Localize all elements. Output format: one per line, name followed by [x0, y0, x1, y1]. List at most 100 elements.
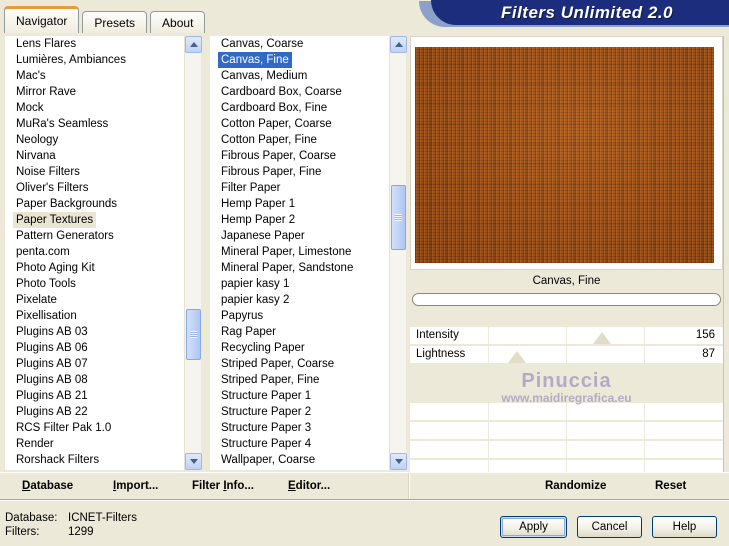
list-item[interactable]: Canvas, Medium — [210, 68, 389, 84]
list-item[interactable]: Mac's — [5, 68, 184, 84]
list-item[interactable]: Hemp Paper 1 — [210, 196, 389, 212]
filter-scrollbar[interactable] — [389, 36, 407, 470]
list-item-label: Cardboard Box, Coarse — [221, 86, 342, 98]
slider-handle-icon[interactable] — [592, 332, 611, 344]
list-item-label: Plugins AB 21 — [16, 390, 88, 402]
menu-import[interactable]: Import... — [113, 473, 158, 499]
tab[interactable]: Presets — [82, 11, 148, 33]
list-item[interactable]: Canvas, Fine — [210, 52, 389, 68]
list-item[interactable]: Neology — [5, 132, 184, 148]
filters-unlimited-dialog: Navigator Presets About Filters Unlimite… — [0, 0, 729, 546]
list-item[interactable]: Mirror Rave — [5, 84, 184, 100]
list-item[interactable]: Nirvana — [5, 148, 184, 164]
list-item[interactable]: Plugins AB 03 — [5, 324, 184, 340]
list-item[interactable]: Japanese Paper — [210, 228, 389, 244]
list-item[interactable]: RCS Filter Pak 1.0 — [5, 420, 184, 436]
list-item[interactable]: Cardboard Box, Coarse — [210, 84, 389, 100]
list-item[interactable]: Mineral Paper, Sandstone — [210, 260, 389, 276]
list-item[interactable]: Cotton Paper, Fine — [210, 132, 389, 148]
list-item[interactable]: Plugins AB 22 — [5, 404, 184, 420]
preview-panel: Canvas, Fine Intensity 156 Lightness 87 … — [410, 36, 723, 496]
list-item[interactable]: Photo Tools — [5, 276, 184, 292]
list-item[interactable]: penta.com — [5, 244, 184, 260]
apply-button[interactable]: Apply — [500, 516, 567, 538]
list-item[interactable]: Photo Aging Kit — [5, 260, 184, 276]
list-item[interactable]: Plugins AB 21 — [5, 388, 184, 404]
list-item[interactable]: Wallpaper, Coarse — [210, 452, 389, 468]
tab[interactable]: About — [150, 11, 206, 33]
list-item[interactable]: Mock — [5, 100, 184, 116]
list-item-label: Noise Filters — [16, 166, 80, 178]
scroll-up-button[interactable] — [185, 36, 202, 53]
list-item-label: Rag Paper — [221, 326, 276, 338]
menu-bar: Database Import... Filter Info... Editor… — [0, 472, 729, 500]
scroll-down-button[interactable] — [390, 453, 407, 470]
list-item-label: Fibrous Paper, Coarse — [221, 150, 337, 162]
slider[interactable]: Intensity 156 — [410, 327, 723, 344]
list-item[interactable]: Pixelate — [5, 292, 184, 308]
list-item[interactable]: Filter Paper — [210, 180, 389, 196]
list-item-label: Render — [16, 438, 54, 450]
list-item[interactable]: Fibrous Paper, Fine — [210, 164, 389, 180]
list-item[interactable]: Recycling Paper — [210, 340, 389, 356]
filter-list-panel: Canvas, Coarse Canvas, Fine Canvas, Medi… — [210, 36, 407, 470]
list-item[interactable]: Lens Flares — [5, 36, 184, 52]
list-item[interactable]: Papyrus — [210, 308, 389, 324]
list-item[interactable]: Paper Textures — [5, 212, 184, 228]
list-item[interactable]: Plugins AB 08 — [5, 372, 184, 388]
list-item[interactable]: Fibrous Paper, Coarse — [210, 148, 389, 164]
list-item[interactable]: Oliver's Filters — [5, 180, 184, 196]
help-button[interactable]: Help — [652, 516, 717, 538]
list-item[interactable]: Paper Backgrounds — [5, 196, 184, 212]
list-item[interactable]: Striped Paper, Coarse — [210, 356, 389, 372]
list-item[interactable]: Canvas, Coarse — [210, 36, 389, 52]
scrollbar-thumb[interactable] — [391, 185, 406, 250]
list-item[interactable]: Structure Paper 2 — [210, 404, 389, 420]
list-item-label: Photo Tools — [16, 278, 76, 290]
category-list: Lens Flares Lumières, Ambiances Mac's Mi… — [5, 36, 184, 470]
list-item-label: Pixelate — [16, 294, 57, 306]
list-item[interactable]: Cardboard Box, Fine — [210, 100, 389, 116]
list-item-label: papier kasy 1 — [221, 278, 290, 290]
category-scrollbar[interactable] — [184, 36, 202, 470]
list-item[interactable]: Plugins AB 06 — [5, 340, 184, 356]
list-item[interactable]: Structure Paper 4 — [210, 436, 389, 452]
list-item[interactable]: papier kasy 2 — [210, 292, 389, 308]
list-item[interactable]: Mineral Paper, Limestone — [210, 244, 389, 260]
list-item[interactable]: Plugins AB 07 — [5, 356, 184, 372]
list-item[interactable]: Rag Paper — [210, 324, 389, 340]
list-item[interactable]: Lumières, Ambiances — [5, 52, 184, 68]
scrollbar-thumb[interactable] — [186, 309, 201, 360]
list-item[interactable]: Structure Paper 3 — [210, 420, 389, 436]
tab[interactable]: Navigator — [4, 6, 80, 33]
list-item[interactable]: Cotton Paper, Coarse — [210, 116, 389, 132]
cancel-button[interactable]: Cancel — [577, 516, 642, 538]
menu-filter-info[interactable]: Filter Info... — [192, 473, 254, 499]
list-item[interactable]: MuRa's Seamless — [5, 116, 184, 132]
list-item[interactable]: Noise Filters — [5, 164, 184, 180]
slider-handle-icon[interactable] — [507, 351, 526, 363]
slider[interactable]: Lightness 87 — [410, 346, 723, 363]
list-item[interactable]: Pattern Generators — [5, 228, 184, 244]
list-item[interactable]: papier kasy 1 — [210, 276, 389, 292]
list-item[interactable]: Render — [5, 436, 184, 452]
menu-database[interactable]: Database — [22, 473, 73, 499]
list-item-label: Cotton Paper, Coarse — [221, 118, 332, 130]
filter-list: Canvas, Coarse Canvas, Fine Canvas, Medi… — [210, 36, 389, 470]
list-item[interactable]: Hemp Paper 2 — [210, 212, 389, 228]
reset-button[interactable]: Reset — [655, 473, 686, 499]
list-item[interactable]: Pixellisation — [5, 308, 184, 324]
status-bar: Database: ICNET-Filters Filters: 1299 Ap… — [0, 501, 729, 546]
list-item-label: Lumières, Ambiances — [16, 54, 126, 66]
list-item[interactable]: Rorshack Filters — [5, 452, 184, 468]
scroll-down-button[interactable] — [185, 453, 202, 470]
arrow-up-icon — [189, 42, 198, 47]
list-item-label: Paper Textures — [13, 212, 97, 228]
list-item[interactable]: Striped Paper, Fine — [210, 372, 389, 388]
menu-editor[interactable]: Editor... — [288, 473, 330, 499]
list-item[interactable]: Structure Paper 1 — [210, 388, 389, 404]
scroll-up-button[interactable] — [390, 36, 407, 53]
randomize-button[interactable]: Randomize — [545, 473, 606, 499]
menu-label: nfo... — [226, 480, 254, 492]
list-item-label: penta.com — [16, 246, 70, 258]
